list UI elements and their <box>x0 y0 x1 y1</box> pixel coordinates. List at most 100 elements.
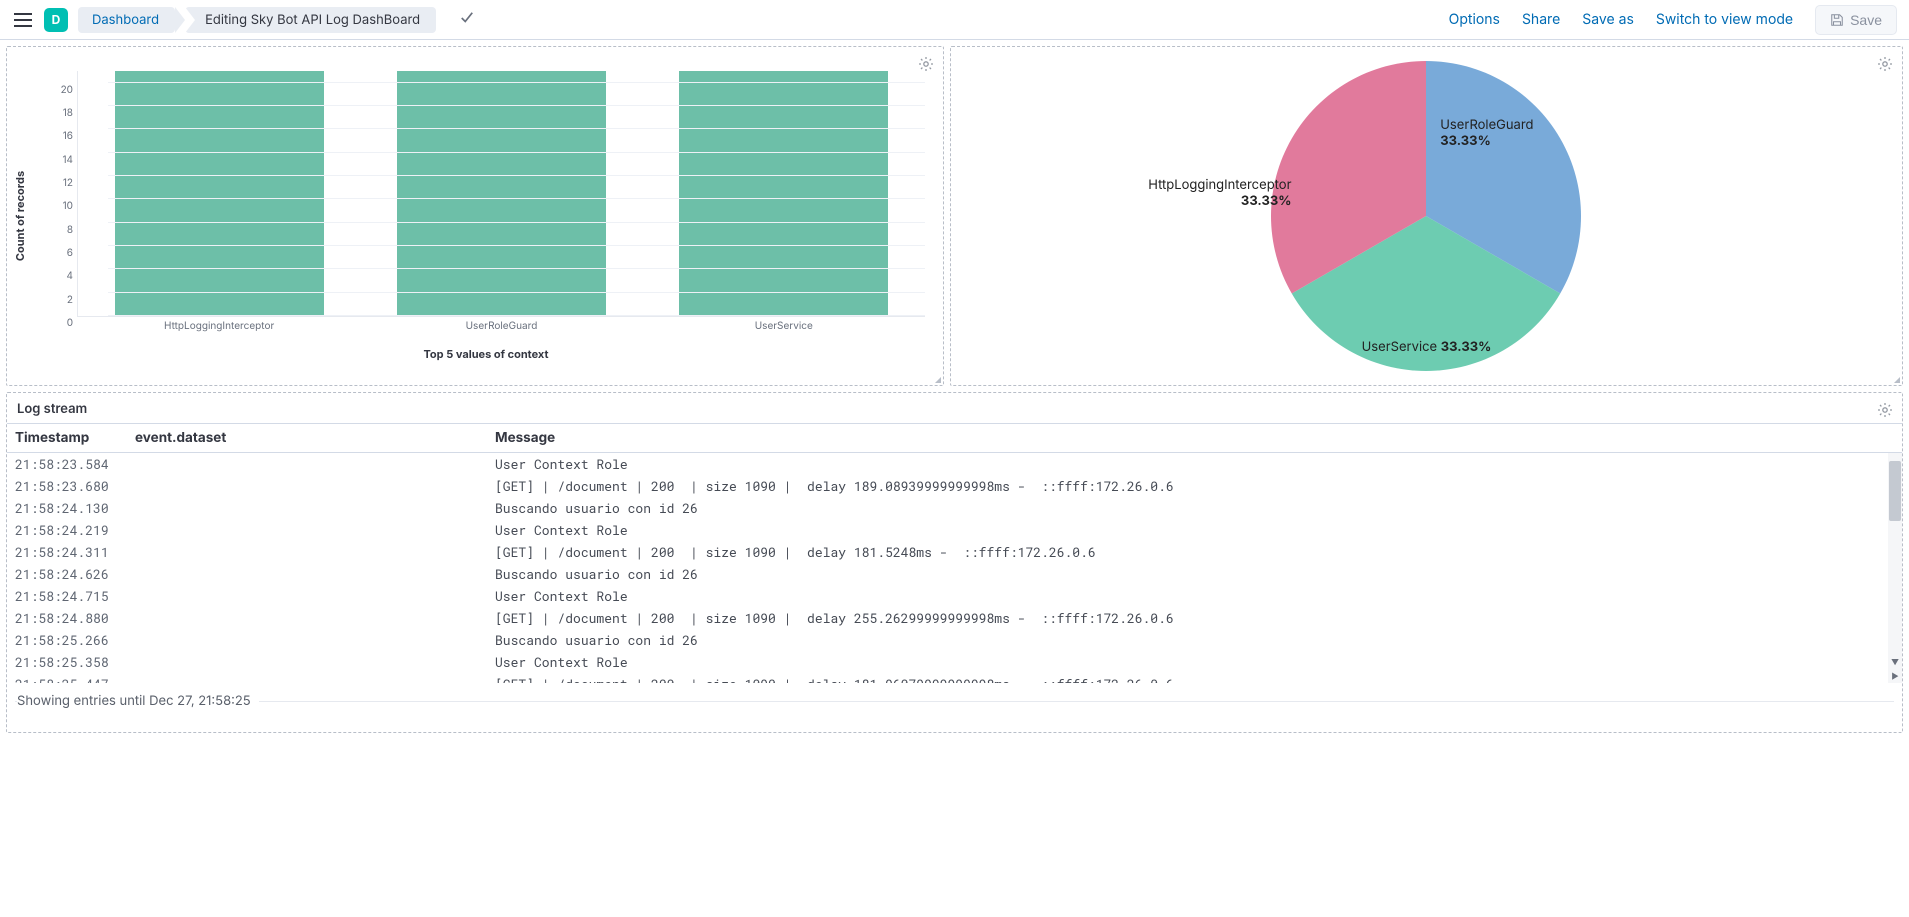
check-icon[interactable] <box>460 11 474 29</box>
bar[interactable] <box>115 71 324 316</box>
log-cell-message: Buscando usuario con id 26 <box>495 631 1880 649</box>
panel-log-stream[interactable]: Log stream Timestamp event.dataset Messa… <box>6 392 1903 733</box>
breadcrumb-editing: Editing Sky Bot API Log DashBoard <box>185 7 436 33</box>
save-icon <box>1830 13 1844 27</box>
log-row[interactable]: 21:58:25.447 [GET] | /document | 200 | si… <box>7 673 1888 683</box>
bar-y-tick: 2 <box>47 294 73 306</box>
bar[interactable] <box>679 71 888 316</box>
bar-y-label: Count of records <box>13 171 27 261</box>
log-cell-timestamp: 21:58:25.447 <box>15 675 135 683</box>
log-cell-message: Buscando usuario con id 26 <box>495 499 1880 517</box>
log-row[interactable]: 21:58:25.358 User Context Role <box>7 651 1888 673</box>
log-cell-dataset <box>135 521 495 539</box>
log-cell-timestamp: 21:58:23.680 <box>15 477 135 495</box>
menu-icon[interactable] <box>12 9 34 31</box>
log-cell-timestamp: 21:58:25.358 <box>15 653 135 671</box>
log-table-body: 21:58:23.584 User Context Role 21:58:23.68… <box>7 453 1902 683</box>
pie-slice-label: UserService 33.33% <box>1362 339 1492 355</box>
breadcrumb: Dashboard Editing Sky Bot API Log DashBo… <box>78 7 446 33</box>
pie-slice-label: UserRoleGuard33.33% <box>1440 117 1533 150</box>
bar-y-tick: 12 <box>47 177 73 189</box>
log-stream-title: Log stream <box>7 393 1902 423</box>
log-cell-timestamp: 21:58:24.311 <box>15 543 135 561</box>
log-cell-dataset <box>135 543 495 561</box>
log-col-message[interactable]: Message <box>495 430 1894 446</box>
log-cell-timestamp: 21:58:24.219 <box>15 521 135 539</box>
log-cell-message: User Context Role <box>495 521 1880 539</box>
bar-y-tick: 0 <box>47 317 73 329</box>
options-link[interactable]: Options <box>1449 11 1500 28</box>
log-cell-timestamp: 21:58:24.130 <box>15 499 135 517</box>
log-cell-timestamp: 21:58:23.584 <box>15 455 135 473</box>
share-link[interactable]: Share <box>1522 11 1560 28</box>
log-cell-timestamp: 21:58:24.880 <box>15 609 135 627</box>
log-cell-dataset <box>135 477 495 495</box>
log-cell-dataset <box>135 499 495 517</box>
log-row[interactable]: 21:58:24.130 Buscando usuario con id 26 <box>7 497 1888 519</box>
log-cell-message: User Context Role <box>495 587 1880 605</box>
bar-x-tick: HttpLoggingInterceptor <box>164 320 274 332</box>
scroll-right-icon[interactable]: ▶ <box>1888 669 1902 683</box>
bar-x-tick: UserService <box>755 320 813 332</box>
log-row[interactable]: 21:58:23.584 User Context Role <box>7 453 1888 475</box>
log-row[interactable]: 21:58:23.680 [GET] | /document | 200 | si… <box>7 475 1888 497</box>
log-row[interactable]: 21:58:24.715 User Context Role <box>7 585 1888 607</box>
log-row[interactable]: 21:58:24.311 [GET] | /document | 200 | si… <box>7 541 1888 563</box>
log-cell-message: [GET] | /document | 200 | size 1090 | de… <box>495 543 1880 561</box>
topbar: D Dashboard Editing Sky Bot API Log Dash… <box>0 0 1909 40</box>
save-button-label: Save <box>1850 12 1882 28</box>
save-button[interactable]: Save <box>1815 5 1897 35</box>
log-cell-dataset <box>135 653 495 671</box>
log-footer-rule: Showing entries until Dec 27, 21:58:25 <box>15 701 1894 702</box>
bar-x-label: Top 5 values of context <box>423 347 548 361</box>
log-cell-message: [GET] | /document | 200 | size 1090 | de… <box>495 675 1880 683</box>
breadcrumb-dashboard[interactable]: Dashboard <box>78 7 175 33</box>
log-cell-message: User Context Role <box>495 455 1880 473</box>
bar-y-tick: 20 <box>47 84 73 96</box>
log-cell-dataset <box>135 675 495 683</box>
log-cell-message: [GET] | /document | 200 | size 1090 | de… <box>495 609 1880 627</box>
pie-slice-label: HttpLoggingInterceptor33.33% <box>1131 177 1291 210</box>
bar-y-tick: 18 <box>47 107 73 119</box>
bar-x-tick: UserRoleGuard <box>466 320 538 332</box>
log-cell-dataset <box>135 565 495 583</box>
log-row[interactable]: 21:58:24.219 User Context Role <box>7 519 1888 541</box>
panel-resize-handle[interactable] <box>931 373 941 383</box>
log-col-dataset[interactable]: event.dataset <box>135 430 495 446</box>
bar-chart: HttpLoggingInterceptor UserRoleGuard UserS… <box>47 61 925 367</box>
space-badge[interactable]: D <box>44 8 68 32</box>
log-row[interactable]: 21:58:25.266 Buscando usuario con id 26 <box>7 629 1888 651</box>
bar-y-tick: 10 <box>47 200 73 212</box>
log-cell-dataset <box>135 631 495 649</box>
scroll-down-icon[interactable]: ▼ <box>1888 655 1902 669</box>
bar-y-tick: 16 <box>47 130 73 142</box>
log-row[interactable]: 21:58:24.880 [GET] | /document | 200 | si… <box>7 607 1888 629</box>
topbar-actions: Options Share Save as Switch to view mod… <box>1449 5 1897 35</box>
log-cell-timestamp: 21:58:24.715 <box>15 587 135 605</box>
dashboard-body: Count of records HttpLoggingInterceptor U… <box>0 40 1909 739</box>
save-as-link[interactable]: Save as <box>1582 11 1634 28</box>
log-cell-dataset <box>135 455 495 473</box>
panel-bar-chart[interactable]: Count of records HttpLoggingInterceptor U… <box>6 46 944 386</box>
switch-view-link[interactable]: Switch to view mode <box>1656 11 1793 28</box>
bar-y-tick: 14 <box>47 154 73 166</box>
bar[interactable] <box>397 71 606 316</box>
bar-y-tick: 4 <box>47 270 73 282</box>
panel-gear-icon[interactable] <box>1874 399 1896 421</box>
bar-y-tick: 8 <box>47 224 73 236</box>
bar-y-tick: 6 <box>47 247 73 259</box>
log-col-timestamp[interactable]: Timestamp <box>15 430 135 446</box>
log-row[interactable]: 21:58:24.626 Buscando usuario con id 26 <box>7 563 1888 585</box>
log-cell-message: User Context Role <box>495 653 1880 671</box>
log-footer-text: Showing entries until Dec 27, 21:58:25 <box>17 693 259 709</box>
log-scrollbar[interactable]: ▼ ▶ <box>1888 453 1902 683</box>
panel-pie-chart[interactable]: UserRoleGuard33.33% HttpLoggingIntercepto… <box>950 46 1903 386</box>
log-cell-timestamp: 21:58:25.266 <box>15 631 135 649</box>
scrollbar-thumb[interactable] <box>1889 461 1901 521</box>
log-cell-dataset <box>135 609 495 627</box>
log-cell-message: [GET] | /document | 200 | size 1090 | de… <box>495 477 1880 495</box>
log-cell-dataset <box>135 587 495 605</box>
log-cell-message: Buscando usuario con id 26 <box>495 565 1880 583</box>
log-table-header: Timestamp event.dataset Message <box>7 423 1902 453</box>
log-cell-timestamp: 21:58:24.626 <box>15 565 135 583</box>
